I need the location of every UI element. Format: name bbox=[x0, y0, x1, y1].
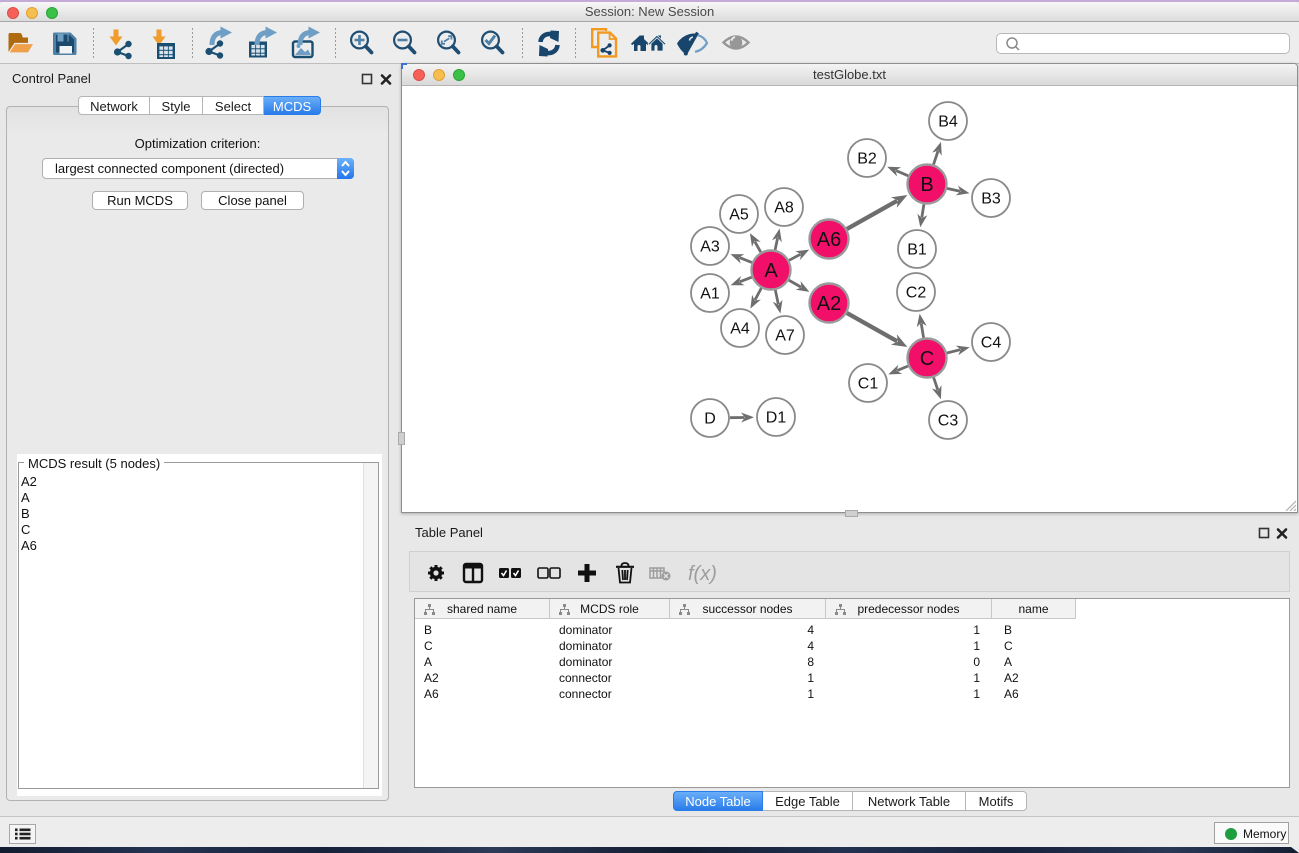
svg-text:A: A bbox=[764, 260, 778, 282]
svg-text:A8: A8 bbox=[774, 200, 794, 217]
svg-text:C: C bbox=[920, 348, 934, 370]
svg-text:B4: B4 bbox=[938, 114, 958, 131]
svg-text:A3: A3 bbox=[700, 239, 720, 256]
svg-text:f(x): f(x) bbox=[688, 563, 717, 585]
svg-text:B3: B3 bbox=[981, 191, 1001, 208]
svg-text:B: B bbox=[920, 174, 933, 196]
svg-text:C4: C4 bbox=[981, 335, 1002, 352]
svg-text:A7: A7 bbox=[775, 328, 795, 345]
svg-text:D: D bbox=[704, 411, 716, 428]
svg-text:A5: A5 bbox=[729, 207, 749, 224]
svg-text:D1: D1 bbox=[766, 410, 787, 427]
svg-text:A1: A1 bbox=[700, 286, 720, 303]
svg-text:A6: A6 bbox=[817, 229, 841, 251]
svg-text:B1: B1 bbox=[907, 242, 927, 259]
svg-text:A4: A4 bbox=[730, 321, 750, 338]
svg-text:A2: A2 bbox=[817, 293, 841, 315]
svg-text:B2: B2 bbox=[857, 151, 877, 168]
svg-text:C1: C1 bbox=[858, 376, 879, 393]
svg-text:C2: C2 bbox=[906, 285, 927, 302]
svg-text:C3: C3 bbox=[938, 413, 959, 430]
